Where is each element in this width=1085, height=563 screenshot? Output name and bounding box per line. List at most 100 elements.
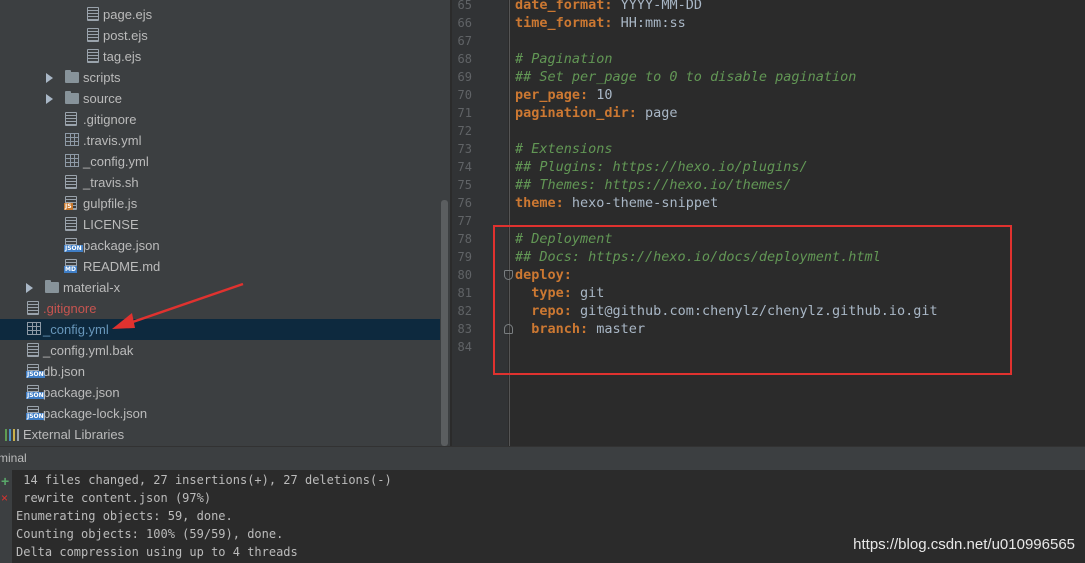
tree-item[interactable]: page.ejs bbox=[0, 4, 440, 25]
close-terminal-icon[interactable]: × bbox=[1, 492, 8, 504]
file-icon bbox=[65, 175, 77, 189]
tree-item-label: gulpfile.js bbox=[83, 196, 138, 211]
yaml-value: 10 bbox=[588, 87, 613, 103]
tree-item-label: material-x bbox=[63, 280, 121, 295]
tree-item[interactable]: _travis.sh bbox=[0, 172, 440, 193]
code-line[interactable]: type: git bbox=[515, 284, 604, 302]
expand-arrow-icon[interactable] bbox=[46, 73, 53, 83]
yaml-value: git bbox=[571, 285, 605, 301]
tree-item[interactable]: material-x bbox=[0, 277, 440, 298]
line-number: 73 bbox=[457, 142, 472, 156]
external-libraries[interactable]: External Libraries bbox=[0, 424, 440, 445]
code-comment: ## Set per_page to 0 to disable paginati… bbox=[515, 69, 857, 85]
code-line[interactable]: date_format: YYYY-MM-DD bbox=[515, 0, 702, 14]
tree-item[interactable]: .gitignore bbox=[0, 298, 440, 319]
code-line[interactable]: ## Set per_page to 0 to disable paginati… bbox=[515, 68, 856, 86]
code-line[interactable]: repo: git@github.com:chenylz/chenylz.git… bbox=[515, 302, 937, 320]
tree-item[interactable]: .gitignore bbox=[0, 109, 440, 130]
line-number: 74 bbox=[457, 160, 472, 174]
json-file-icon: JSON bbox=[26, 406, 45, 420]
code-line[interactable]: ## Themes: https://hexo.io/themes/ bbox=[515, 176, 791, 194]
yaml-key: date_format: bbox=[515, 0, 613, 13]
line-number: 80 bbox=[457, 268, 472, 282]
code-line[interactable]: # Deployment bbox=[515, 230, 613, 248]
tree-item-label: _config.yml bbox=[83, 154, 149, 169]
tree-item-label: post.ejs bbox=[103, 28, 148, 43]
fold-marker-icon[interactable] bbox=[504, 324, 513, 334]
tree-item[interactable]: JSON package.json bbox=[0, 382, 440, 403]
tree-item[interactable]: _config.yml.bak bbox=[0, 340, 440, 361]
line-number: 76 bbox=[457, 196, 472, 210]
tree-item-label: _config.yml.bak bbox=[43, 343, 134, 358]
file-icon bbox=[27, 343, 39, 357]
line-number: 72 bbox=[457, 124, 472, 138]
expand-arrow-icon[interactable] bbox=[46, 94, 53, 104]
terminal-line: rewrite content.json (97%) bbox=[16, 491, 212, 505]
yaml-key: deploy: bbox=[515, 267, 572, 283]
line-number: 81 bbox=[457, 286, 472, 300]
code-line[interactable]: # Extensions bbox=[515, 140, 613, 158]
code-line[interactable]: per_page: 10 bbox=[515, 86, 613, 104]
code-comment: # Deployment bbox=[515, 231, 613, 247]
tree-item[interactable]: _config.yml bbox=[0, 151, 440, 172]
yaml-value: HH:mm:ss bbox=[612, 15, 686, 31]
folder-icon bbox=[65, 91, 79, 104]
file-icon bbox=[65, 217, 77, 231]
watermark: https://blog.csdn.net/u010996565 bbox=[853, 536, 1075, 553]
yaml-value bbox=[515, 303, 531, 319]
folder-icon bbox=[45, 280, 59, 293]
code-editor[interactable]: 65 66 67 68 69 70 71 72 73 74 75 76 77 78 79 80 81 82 83 84… bbox=[452, 0, 1085, 446]
line-number: 82 bbox=[457, 304, 472, 318]
tree-item-label: LICENSE bbox=[83, 217, 139, 232]
code-line[interactable]: time_format: HH:mm:ss bbox=[515, 14, 686, 32]
yaml-key: time_format: bbox=[515, 15, 613, 31]
tree-item[interactable]: source bbox=[0, 88, 440, 109]
tree-item-label: package.json bbox=[43, 385, 120, 400]
file-icon bbox=[87, 49, 99, 63]
tree-item[interactable]: JS gulpfile.js bbox=[0, 193, 440, 214]
code-line[interactable]: ## Docs: https://hexo.io/docs/deployment… bbox=[515, 248, 881, 266]
yaml-key: repo: bbox=[531, 303, 572, 319]
tree-item[interactable]: MD README.md bbox=[0, 256, 440, 277]
code-line[interactable]: branch: master bbox=[515, 320, 645, 338]
code-line[interactable]: pagination_dir: page bbox=[515, 104, 678, 122]
terminal-tab-label[interactable]: rminal bbox=[0, 451, 27, 465]
tree-item[interactable]: tag.ejs bbox=[0, 46, 440, 67]
tree-item-label: db.json bbox=[43, 364, 85, 379]
tree-item-label: .gitignore bbox=[83, 112, 137, 127]
expand-arrow-icon[interactable] bbox=[26, 283, 33, 293]
tree-scrollbar[interactable] bbox=[441, 200, 448, 446]
yaml-value: hexo-theme-snippet bbox=[563, 195, 719, 211]
file-icon bbox=[87, 7, 99, 21]
yml-file-icon bbox=[65, 154, 79, 167]
tree-item[interactable]: JSON package.json bbox=[0, 235, 440, 256]
yaml-value bbox=[515, 285, 531, 301]
yaml-key: per_page: bbox=[515, 87, 589, 103]
fold-marker-icon[interactable] bbox=[504, 270, 513, 280]
tree-item[interactable]: .travis.yml bbox=[0, 130, 440, 151]
line-number: 70 bbox=[457, 88, 472, 102]
code-line[interactable]: deploy: bbox=[515, 266, 572, 284]
tree-item-label: page.ejs bbox=[103, 7, 153, 22]
tree-item-label: tag.ejs bbox=[103, 49, 142, 64]
tree-item[interactable]: LICENSE bbox=[0, 214, 440, 235]
terminal-line: Delta compression using up to 4 threads bbox=[16, 545, 298, 559]
folder-icon bbox=[65, 70, 79, 83]
yml-file-icon bbox=[27, 322, 41, 335]
code-line[interactable]: # Pagination bbox=[515, 50, 613, 68]
code-line[interactable]: ## Plugins: https://hexo.io/plugins/ bbox=[515, 158, 808, 176]
code-line[interactable]: theme: hexo-theme-snippet bbox=[515, 194, 718, 212]
new-terminal-icon[interactable]: + bbox=[1, 474, 9, 488]
tree-item[interactable]: _config.yml bbox=[0, 319, 440, 340]
project-tree[interactable]: page.ejs post.ejs tag.ejs scripts source .git… bbox=[0, 0, 450, 446]
tree-item[interactable]: JSON package-lock.json bbox=[0, 403, 440, 424]
tree-item-label: source bbox=[83, 91, 123, 106]
line-number: 65 bbox=[457, 0, 472, 12]
line-number: 71 bbox=[457, 106, 472, 120]
yaml-key: type: bbox=[531, 285, 572, 301]
tree-item[interactable]: JSON db.json bbox=[0, 361, 440, 382]
tree-item[interactable]: scripts bbox=[0, 67, 440, 88]
tree-item-label: package.json bbox=[83, 238, 160, 253]
tree-item[interactable]: post.ejs bbox=[0, 25, 440, 46]
line-number: 67 bbox=[457, 34, 472, 48]
